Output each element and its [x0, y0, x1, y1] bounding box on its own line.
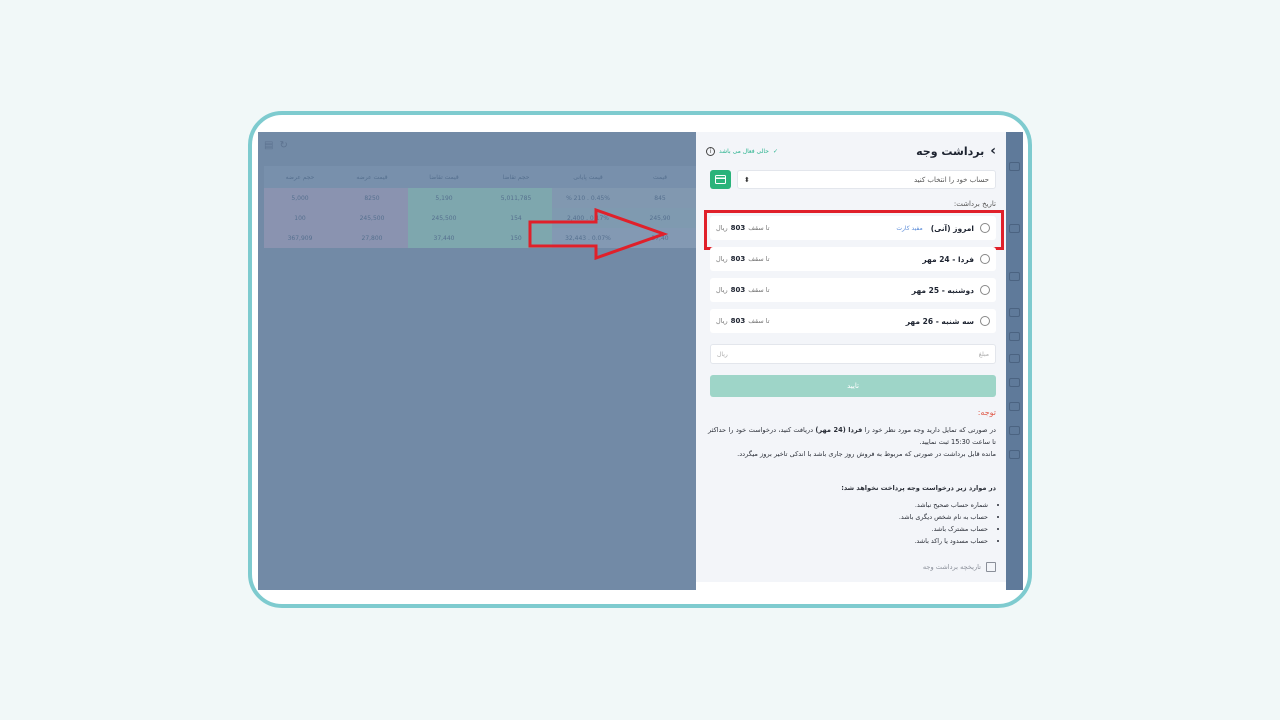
red-arrow-annotation	[528, 208, 668, 260]
note-2: مانده قابل برداشت در صورتی که مربوط به ف…	[737, 450, 996, 458]
column-header: حجم تقاضا	[502, 173, 530, 181]
app-window: ▤ ↻ حجم عرضه قیمت عرضه قیمت تقاضا حجم تق…	[258, 132, 1023, 590]
background-overlay[interactable]: ▤ ↻ حجم عرضه قیمت عرضه قیمت تقاضا حجم تق…	[258, 132, 696, 590]
table-cell: 845	[654, 194, 666, 202]
table-header: حجم عرضه قیمت عرضه قیمت تقاضا حجم تقاضا …	[264, 166, 696, 188]
account-select[interactable]: حساب خود را انتخاب کنید ⬍	[737, 170, 996, 189]
calendar-icon[interactable]	[1009, 308, 1020, 317]
table-cell: 37,440	[408, 228, 480, 248]
limit-value: 803	[730, 255, 746, 263]
column-header: قیمت پایانی	[573, 173, 603, 181]
table-cell: 5,190	[408, 188, 480, 208]
table-cell: 5,011,785	[480, 188, 552, 208]
note-1-bold: فردا (24 مهر)	[815, 426, 863, 434]
date-label: تاریخ برداشت:	[953, 200, 996, 208]
chevron-right-icon[interactable]: ›	[990, 143, 996, 159]
panel-footer	[696, 582, 1006, 590]
panel-title: برداشت وجه	[916, 144, 985, 158]
confirm-button[interactable]: تایید	[710, 375, 996, 397]
clock-icon[interactable]	[1009, 332, 1020, 341]
option-label: سه شنبه - 26 مهر	[905, 316, 974, 326]
credit-card-icon	[715, 175, 726, 184]
limit-value: 803	[730, 286, 746, 294]
table-cell: 367,909	[264, 228, 336, 248]
table-cell: 100	[264, 208, 336, 228]
bar-chart-icon[interactable]	[1009, 450, 1020, 459]
gear-icon[interactable]	[1009, 224, 1020, 233]
history-link[interactable]: تاریخچه برداشت وجه	[923, 562, 996, 572]
background-toolbar: ▤ ↻	[264, 140, 288, 151]
account-row: حساب خود را انتخاب کنید ⬍	[710, 170, 996, 189]
column-header: قیمت تقاضا	[429, 173, 459, 181]
right-icon-strip	[1006, 132, 1023, 590]
table-icon: ▤	[264, 140, 274, 151]
amount-input[interactable]: مبلغ ریال	[710, 344, 996, 364]
limit-value: 803	[730, 317, 746, 325]
sync-icon[interactable]	[1009, 272, 1020, 281]
column-header: قیمت عرضه	[356, 173, 388, 181]
table-row: 5,000 8250 5,190 5,011,785 % 210 . 0.45%…	[264, 188, 696, 208]
limit-unit: ریال	[716, 317, 728, 325]
date-option-tuesday[interactable]: سه شنبه - 26 مهر تا سقف 803 ریال	[710, 309, 996, 333]
reject-item: شماره حساب صحیح نباشد.	[899, 499, 988, 511]
option-limit: تا سقف 803 ریال	[716, 286, 770, 294]
limit-prefix: تا سقف	[748, 255, 770, 263]
status-group: ✓ حالی فعال می باشد i	[706, 146, 778, 156]
date-option-monday[interactable]: دوشنبه - 25 مهر تا سقف 803 ریال	[710, 278, 996, 302]
account-select-placeholder: حساب خود را انتخاب کنید	[913, 175, 989, 184]
check-icon: ✓	[772, 147, 778, 155]
panel-title-group: › برداشت وجه	[916, 143, 996, 159]
radio-button[interactable]	[980, 316, 990, 326]
radio-button[interactable]	[980, 254, 990, 264]
column-header: حجم عرضه	[285, 173, 315, 181]
grid-icon[interactable]	[1009, 402, 1020, 411]
sort-arrows-icon: ⬍	[744, 175, 750, 184]
limit-prefix: تا سقف	[748, 317, 770, 325]
table-cell: % 210 . 0.45%	[566, 194, 610, 202]
limit-unit: ریال	[716, 286, 728, 294]
column-header: قیمت	[652, 173, 668, 181]
red-highlight-box	[704, 210, 1004, 250]
table-cell: 27,800	[336, 228, 408, 248]
reject-item: حساب به نام شخص دیگری باشد.	[899, 511, 988, 523]
withdraw-panel: › برداشت وجه ✓ حالی فعال می باشد i حساب …	[696, 132, 1006, 590]
option-limit: تا سقف 803 ریال	[716, 317, 770, 325]
option-label: دوشنبه - 25 مهر	[911, 285, 974, 295]
reject-item: حساب مسدود یا راکد باشد.	[899, 535, 988, 547]
info-icon[interactable]: i	[706, 146, 715, 156]
table-cell: 5,000	[264, 188, 336, 208]
note-1-before: در صورتی که تمایل دارید وجه مورد نظر خود…	[864, 426, 996, 434]
download-icon[interactable]	[1009, 426, 1020, 435]
status-text: حالی فعال می باشد	[719, 147, 769, 155]
note-title: توجه:	[977, 408, 996, 417]
screenshot-frame: ▤ ↻ حجم عرضه قیمت عرضه قیمت تقاضا حجم تق…	[248, 111, 1032, 608]
history-table-icon	[986, 562, 996, 572]
table-cell: 245,500	[408, 208, 480, 228]
table-cell: 8250	[336, 188, 408, 208]
date-option-tomorrow[interactable]: فردا - 24 مهر تا سقف 803 ریال	[710, 247, 996, 271]
amount-placeholder: مبلغ	[978, 350, 989, 358]
limit-prefix: تا سقف	[748, 286, 770, 294]
search-icon[interactable]	[1009, 162, 1020, 171]
reject-item: حساب مشترک باشد.	[899, 523, 988, 535]
panel-header: › برداشت وجه ✓ حالی فعال می باشد i	[706, 142, 996, 160]
reject-title: در موارد زیر درخواست وجه پرداخت نخواهد ش…	[841, 484, 996, 492]
limit-unit: ریال	[716, 255, 728, 263]
add-card-button[interactable]	[710, 170, 731, 189]
note-text: در صورتی که تمایل دارید وجه مورد نظر خود…	[708, 424, 996, 460]
chart-icon[interactable]	[1009, 378, 1020, 387]
filter-icon[interactable]	[1009, 354, 1020, 363]
refresh-icon: ↻	[279, 140, 288, 151]
option-label: فردا - 24 مهر	[922, 254, 974, 264]
option-limit: تا سقف 803 ریال	[716, 255, 770, 263]
table-cell: 245,500	[336, 208, 408, 228]
reject-list: شماره حساب صحیح نباشد. حساب به نام شخص د…	[899, 499, 988, 547]
radio-button[interactable]	[980, 285, 990, 295]
history-label: تاریخچه برداشت وجه	[922, 563, 981, 571]
amount-unit: ریال	[717, 350, 728, 358]
